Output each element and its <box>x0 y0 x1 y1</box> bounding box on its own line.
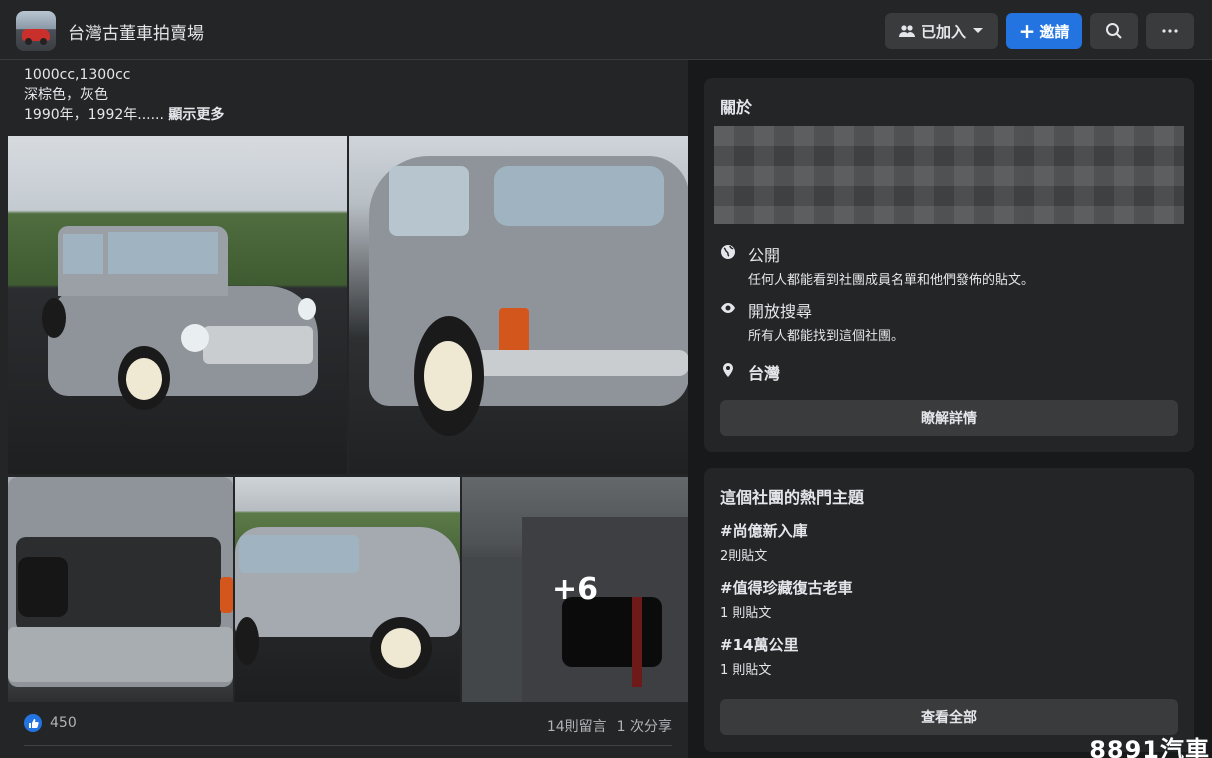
topic-post-count: 1 則貼文 <box>720 606 772 621</box>
privacy-description: 任何人都能看到社團成員名單和他們發佈的貼文。 <box>748 273 1035 288</box>
joined-button[interactable]: 已加入 <box>885 13 998 49</box>
share-count[interactable]: 1 次分享 <box>617 716 672 736</box>
engagement-stats: 14則留言 1 次分享 <box>547 716 672 736</box>
group-name[interactable]: 台灣古董車拍賣場 <box>68 19 204 44</box>
reaction-summary[interactable]: 450 <box>24 714 77 732</box>
topic-tag[interactable]: #尚億新入庫 <box>720 520 808 541</box>
topic-tag[interactable]: #值得珍藏復古老車 <box>720 577 853 598</box>
location-text: 台灣 <box>748 364 781 383</box>
post-card: 1000cc,1300cc 深棕色，灰色 1990年，1992年...... 顯… <box>0 60 688 758</box>
see-more-link[interactable]: 顯示更多 <box>168 107 224 123</box>
privacy-info: 公開 任何人都能看到社團成員名單和他們發佈的貼文。 <box>720 242 1034 288</box>
blurred-description <box>714 126 1184 224</box>
post-line: 深棕色，灰色 <box>24 87 108 103</box>
post-photo[interactable]: +6 <box>462 477 688 702</box>
group-avatar[interactable] <box>16 11 56 51</box>
post-photo[interactable] <box>8 477 233 702</box>
caret-down-icon <box>973 28 983 33</box>
post-photo[interactable] <box>8 136 347 474</box>
privacy-title: 公開 <box>748 246 781 265</box>
location-pin-icon <box>723 363 733 377</box>
about-title: 關於 <box>720 98 753 117</box>
ellipsis-icon <box>1162 29 1178 33</box>
plus-icon: + <box>1018 19 1036 43</box>
globe-icon <box>721 245 735 259</box>
group-header: 台灣古董車拍賣場 已加入 + 邀請 <box>0 0 1212 60</box>
invite-label: 邀請 <box>1039 22 1070 41</box>
comment-count[interactable]: 14則留言 <box>547 716 607 736</box>
search-icon <box>1106 23 1122 39</box>
visibility-description: 所有人都能找到這個社團。 <box>748 329 905 344</box>
divider <box>24 745 672 746</box>
topic-post-count: 1 則貼文 <box>720 663 772 678</box>
visibility-title: 開放搜尋 <box>748 302 813 321</box>
watermark-logo: 8891汽車 <box>1089 736 1210 758</box>
invite-button[interactable]: + 邀請 <box>1006 13 1082 49</box>
topic-item[interactable]: #值得珍藏復古老車 1 則貼文 <box>720 577 853 621</box>
post-body: 1000cc,1300cc 深棕色，灰色 1990年，1992年...... 顯… <box>24 65 224 125</box>
post-line: 1990年，1992年...... 顯示更多 <box>24 107 225 123</box>
search-button[interactable] <box>1090 13 1138 49</box>
joined-label: 已加入 <box>920 22 966 41</box>
topic-tag[interactable]: #14萬公里 <box>720 634 798 655</box>
learn-more-button[interactable]: 瞭解詳情 <box>720 400 1178 436</box>
more-photos-overlay[interactable]: +6 <box>462 477 688 702</box>
topic-item[interactable]: #14萬公里 1 則貼文 <box>720 634 798 678</box>
visibility-info: 開放搜尋 所有人都能找到這個社團。 <box>720 298 904 344</box>
more-options-button[interactable] <box>1146 13 1194 49</box>
post-photo[interactable] <box>235 477 460 702</box>
trending-topics-card: 這個社團的熱門主題 #尚億新入庫 2則貼文 #值得珍藏復古老車 1 則貼文 #1… <box>704 468 1194 752</box>
like-count: 450 <box>50 715 77 731</box>
members-icon <box>898 25 915 37</box>
topic-item[interactable]: #尚億新入庫 2則貼文 <box>720 520 808 564</box>
about-card: 關於 公開 任何人都能看到社團成員名單和他們發佈的貼文。 開放搜尋 所有人都能找… <box>704 78 1194 452</box>
post-line: 1000cc,1300cc <box>24 67 131 83</box>
eye-icon <box>721 303 735 313</box>
like-icon <box>24 714 42 732</box>
location-info: 台灣 <box>720 360 780 384</box>
topics-title: 這個社團的熱門主題 <box>720 488 865 507</box>
post-photo[interactable] <box>349 136 688 474</box>
topic-post-count: 2則貼文 <box>720 549 768 564</box>
